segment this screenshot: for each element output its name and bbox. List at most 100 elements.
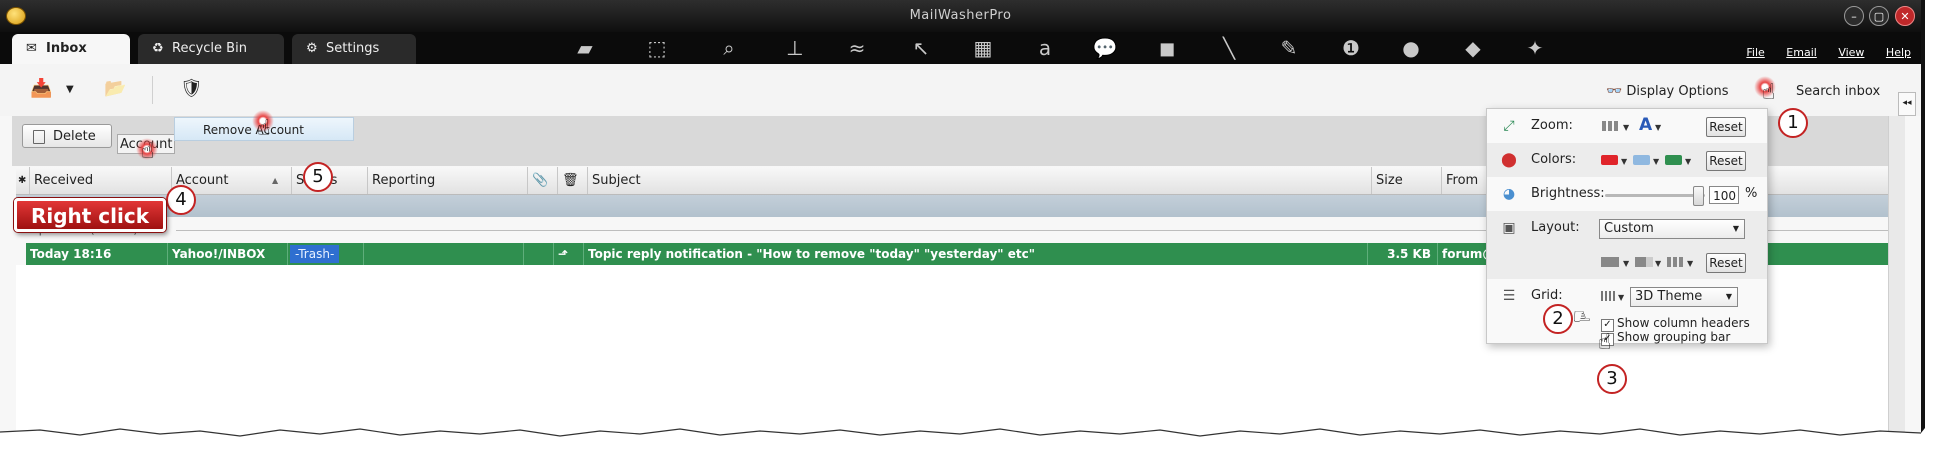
toolbar-divider: [152, 76, 153, 104]
menu-view[interactable]: View: [1838, 46, 1864, 59]
menu-file[interactable]: File: [1746, 46, 1764, 59]
reply-icon: ⬏: [558, 247, 569, 261]
column-header-received[interactable]: Received: [30, 167, 172, 194]
chevron-down-icon[interactable]: ▼: [1618, 293, 1624, 302]
grid-label: Grid:: [1531, 288, 1563, 303]
column-header-subject[interactable]: Subject: [588, 167, 1372, 194]
chevron-down-icon[interactable]: ▼: [1655, 123, 1661, 132]
speech-bubble-icon[interactable]: 💬: [1090, 36, 1120, 60]
cell-size: 3.5 KB: [1368, 243, 1438, 265]
chevron-down-icon[interactable]: ▼: [1655, 259, 1661, 268]
cell-account: Yahoo!/INBOX: [168, 243, 288, 265]
brightness-row: ◕ Brightness: 100 %: [1487, 177, 1767, 211]
color-swatch-red[interactable]: [1601, 155, 1618, 165]
texture-icon[interactable]: ▦: [968, 36, 998, 60]
check-mail-icon[interactable]: 📥: [30, 78, 52, 99]
magic-wand-icon[interactable]: ✦: [1520, 36, 1550, 60]
menu-bar: File Email View Help: [1728, 46, 1911, 59]
hand-cursor-icon: ☝: [1762, 80, 1776, 105]
layout-top-icon[interactable]: [1601, 257, 1619, 267]
chevron-down-icon[interactable]: ▼: [66, 84, 74, 95]
column-header-attachment[interactable]: 📎: [528, 167, 558, 194]
layout-side-icon[interactable]: [1635, 257, 1653, 267]
color-swatch-blue[interactable]: [1633, 155, 1650, 165]
step-callout-3: 3: [1597, 364, 1627, 394]
menu-help[interactable]: Help: [1886, 46, 1911, 59]
chevron-down-icon[interactable]: ▼: [1687, 259, 1693, 268]
layout-row: ▣ Layout: Custom ▼: [1487, 211, 1767, 245]
callout-shape-icon[interactable]: ◼: [1152, 36, 1182, 60]
highlighter-icon[interactable]: ✎: [1274, 36, 1304, 60]
blacklist-icon[interactable]: 🛡: [180, 78, 203, 99]
line-icon[interactable]: ╲: [1214, 36, 1244, 60]
grid-style-icon[interactable]: [1601, 291, 1615, 301]
chevron-down-icon[interactable]: ▼: [1621, 157, 1627, 166]
glasses-icon: 👓: [1606, 84, 1627, 99]
display-options-button[interactable]: 👓 Display Options: [1606, 84, 1729, 99]
layout-columns-icon[interactable]: [1667, 257, 1685, 267]
zoom-region-icon[interactable]: ⌕: [714, 36, 744, 60]
torn-edge: [0, 428, 1935, 472]
blur-icon[interactable]: ●: [1396, 36, 1426, 60]
chevron-down-icon[interactable]: ▼: [1685, 157, 1691, 166]
chevron-down-icon[interactable]: ▼: [1653, 157, 1659, 166]
select-rect-icon[interactable]: ⬚: [642, 36, 672, 60]
column-header-trash[interactable]: 🗑: [558, 167, 588, 194]
zoom-icon: ⤢: [1503, 118, 1515, 134]
grid-theme-select[interactable]: 3D Theme ▼: [1630, 287, 1738, 307]
search-inbox-label: Search inbox: [1796, 84, 1881, 99]
search-inbox-button[interactable]: Search inbox: [1796, 84, 1880, 99]
tab-inbox[interactable]: ✉ Inbox: [12, 34, 130, 64]
cell-flag: ⬏: [554, 243, 584, 265]
app-window: MailWasherPro – ▢ ✕ ✉ Inbox ♻ Recycle Bi…: [0, 0, 1925, 458]
minimize-button[interactable]: –: [1844, 6, 1864, 26]
collapse-panel-icon[interactable]: ◂◂: [1898, 92, 1916, 116]
arrow-icon[interactable]: ↖: [906, 36, 936, 60]
layout-reset-button[interactable]: Reset: [1706, 253, 1746, 273]
brightness-slider-track[interactable]: [1605, 194, 1705, 197]
palette-icon: ⬤: [1501, 152, 1517, 168]
torn-edge-icon[interactable]: ≈: [842, 36, 872, 60]
stamp-icon[interactable]: ⊥: [780, 36, 810, 60]
process-mail-icon[interactable]: 📂: [104, 78, 126, 99]
maximize-button[interactable]: ▢: [1869, 6, 1889, 26]
step-callout-5: 5: [303, 162, 333, 192]
zoom-row: ⤢ Zoom: ▼ A ▼ Reset: [1487, 109, 1767, 143]
tab-settings[interactable]: ⚙ Settings: [292, 34, 416, 64]
hand-cursor-icon: ☝: [141, 139, 155, 164]
close-button[interactable]: ✕: [1895, 6, 1915, 26]
brightness-value[interactable]: 100: [1709, 186, 1739, 204]
save-icon[interactable]: ▰: [570, 36, 600, 60]
tab-recycle-bin[interactable]: ♻ Recycle Bin: [138, 34, 284, 64]
color-swatch-green[interactable]: [1665, 155, 1682, 165]
column-options-icon[interactable]: ✱: [16, 167, 30, 194]
zoom-grid-icon[interactable]: [1602, 121, 1620, 131]
brightness-label: Brightness:: [1531, 186, 1605, 201]
brightness-slider-thumb[interactable]: [1693, 186, 1704, 206]
colors-reset-button[interactable]: Reset: [1706, 151, 1746, 171]
colors-label: Colors:: [1531, 152, 1577, 167]
layout-select[interactable]: Custom ▼: [1599, 219, 1745, 239]
step-number-icon[interactable]: ❶: [1336, 36, 1366, 60]
monitor-icon: ▣: [1502, 220, 1516, 236]
column-header-reporting[interactable]: Reporting: [368, 167, 528, 194]
chevron-down-icon[interactable]: ▼: [1623, 259, 1629, 268]
font-size-icon[interactable]: A: [1639, 115, 1652, 135]
vertical-scrollbar[interactable]: [1888, 116, 1905, 458]
delete-button[interactable]: Delete: [22, 124, 112, 148]
tab-settings-label: Settings: [326, 41, 380, 56]
step-callout-1: 1: [1778, 108, 1808, 138]
fill-icon[interactable]: ◆: [1458, 36, 1488, 60]
grid-row: ☰ Grid: ▼ 3D Theme ▼: [1487, 279, 1767, 313]
grid-lines-icon: ☰: [1502, 288, 1516, 304]
show-column-headers-label: Show column headers: [1617, 316, 1750, 330]
chevron-down-icon[interactable]: ▼: [1623, 123, 1629, 132]
display-options-panel: ⤢ Zoom: ▼ A ▼ Reset ⬤ Colors: ▼ ▼ ▼ Rese…: [1486, 108, 1768, 346]
text-icon[interactable]: a: [1030, 36, 1060, 60]
column-header-size[interactable]: Size: [1372, 167, 1442, 194]
menu-email[interactable]: Email: [1786, 46, 1817, 59]
bin-icon: 🗑: [562, 173, 579, 188]
zoom-reset-button[interactable]: Reset: [1706, 117, 1746, 137]
show-grouping-bar-label: Show grouping bar: [1617, 330, 1731, 344]
layout-select-value: Custom: [1604, 221, 1654, 236]
